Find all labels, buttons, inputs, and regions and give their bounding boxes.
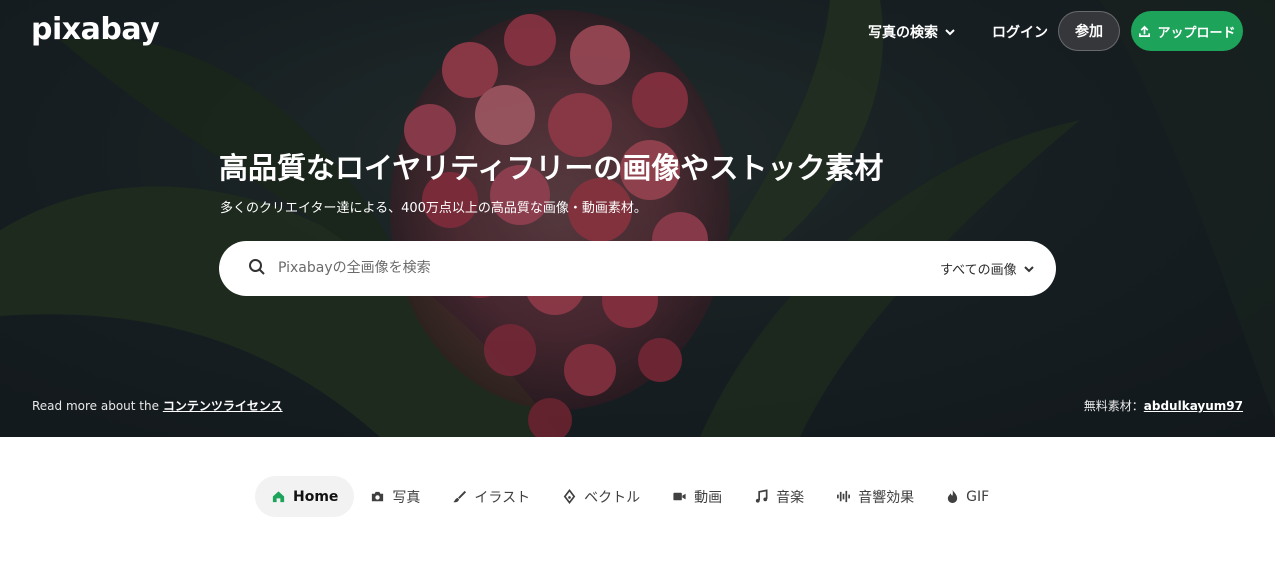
search-type-label: すべての画像	[940, 263, 1017, 278]
media-type-tabs: Home 写真 イラスト ベクトル 動画 音楽 音響効果 GIF	[255, 476, 1005, 517]
tab-label: 音響効果	[858, 489, 915, 506]
tab-illustrations[interactable]: イラスト	[436, 476, 546, 517]
credit-user-link[interactable]: abdulkayum97	[1144, 399, 1243, 413]
tab-label: GIF	[966, 488, 990, 505]
video-icon	[673, 492, 686, 501]
tab-label: 写真	[392, 489, 421, 506]
tab-videos[interactable]: 動画	[656, 476, 738, 517]
tab-label: Home	[293, 488, 339, 505]
tab-label: イラスト	[474, 489, 531, 506]
chevron-down-icon	[1023, 265, 1034, 272]
upload-button[interactable]: アップロード	[1131, 11, 1243, 51]
explore-menu[interactable]: 写真の検索	[868, 22, 956, 42]
tab-photos[interactable]: 写真	[354, 476, 436, 517]
search-icon[interactable]	[248, 258, 266, 276]
chevron-down-icon	[945, 29, 955, 36]
home-icon	[272, 491, 285, 503]
flame-icon	[948, 490, 958, 503]
pen-nib-icon	[563, 489, 576, 504]
tab-home[interactable]: Home	[255, 476, 355, 517]
pixabay-logo[interactable]: pixabay	[31, 12, 160, 47]
login-link[interactable]: ログイン	[992, 22, 1048, 42]
brush-icon	[453, 490, 467, 503]
hero-title: 高品質なロイヤリティフリーの画像やストック素材	[219, 151, 884, 185]
license-link[interactable]: コンテンツライセンス	[163, 399, 283, 413]
tab-gif[interactable]: GIF	[930, 476, 1005, 517]
tab-label: 音楽	[776, 489, 805, 506]
tab-sound-effects[interactable]: 音響効果	[820, 476, 930, 517]
waveform-icon	[837, 490, 851, 503]
hero-background-image	[0, 0, 1275, 437]
tab-music[interactable]: 音楽	[738, 476, 820, 517]
tab-vectors[interactable]: ベクトル	[546, 476, 656, 517]
search-type-dropdown[interactable]: すべての画像	[940, 259, 1035, 278]
hero-subtitle: 多くのクリエイター達による、400万点以上の高品質な画像・動画素材。	[220, 201, 647, 216]
explore-menu-label: 写真の検索	[868, 25, 938, 41]
search-input[interactable]	[278, 254, 918, 282]
tab-label: ベクトル	[584, 489, 641, 506]
image-credit: 無料素材：abdulkayum97	[1084, 397, 1243, 414]
upload-button-label: アップロード	[1157, 25, 1236, 41]
credit-prefix: 無料素材：	[1083, 399, 1144, 413]
upload-icon	[1139, 25, 1151, 37]
license-prefix: Read more about the	[32, 399, 163, 413]
music-icon	[756, 489, 768, 503]
hero-banner: pixabay 写真の検索 ログイン 参加 アップロード 高品質なロイヤリティフ…	[0, 0, 1275, 437]
license-note: Read more about the コンテンツライセンス	[32, 397, 283, 414]
tab-label: 動画	[694, 489, 723, 506]
join-button[interactable]: 参加	[1058, 11, 1120, 51]
camera-icon	[372, 491, 384, 502]
